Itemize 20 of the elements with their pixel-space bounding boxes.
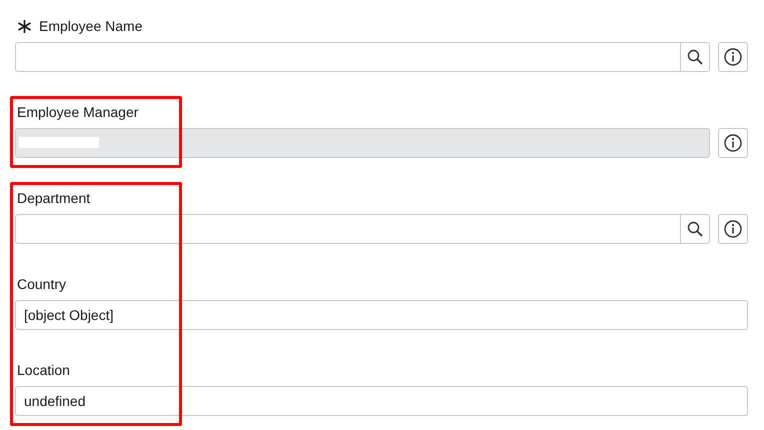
text-field[interactable]: [object Object]	[15, 300, 748, 330]
field-label: Department	[17, 190, 90, 206]
text-field[interactable]	[15, 128, 710, 158]
search-icon	[687, 221, 703, 237]
search-button[interactable]	[681, 214, 710, 244]
info-button[interactable]	[718, 42, 748, 72]
field-label: Employee Manager	[17, 104, 138, 120]
search-icon	[687, 49, 703, 65]
field-label: Location	[17, 362, 70, 378]
text-field[interactable]	[15, 214, 681, 244]
info-button[interactable]	[718, 214, 748, 244]
info-icon	[724, 48, 742, 66]
text-field[interactable]: undefined	[15, 386, 748, 416]
info-button[interactable]	[718, 128, 748, 158]
info-icon	[724, 134, 742, 152]
field-label: Country	[17, 276, 66, 292]
search-button[interactable]	[681, 42, 710, 72]
field-label: Employee Name	[39, 18, 142, 34]
text-field[interactable]	[15, 42, 681, 72]
info-icon	[724, 220, 742, 238]
